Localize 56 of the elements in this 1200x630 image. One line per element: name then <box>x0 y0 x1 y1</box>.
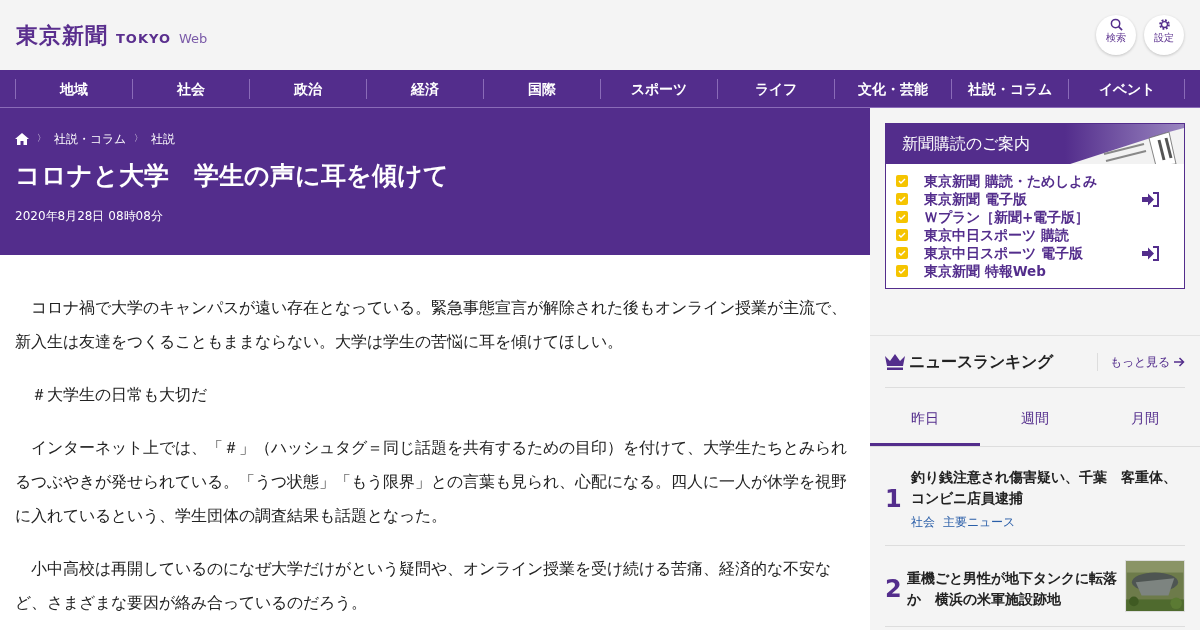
ranking-tab[interactable]: 昨日 <box>870 388 980 446</box>
nav-link[interactable]: 政治 <box>249 78 366 99</box>
news-headline[interactable]: 釣り銭注意され傷害疑い、千葉 客重体、コンビニ店員逮捕 <box>910 467 1185 509</box>
ranking-tab[interactable]: 月間 <box>1090 388 1200 446</box>
checkbox-icon <box>896 175 908 187</box>
settings-button[interactable]: 設定 <box>1144 15 1184 55</box>
arrow-icon <box>1174 356 1185 367</box>
subscription-link[interactable]: Ｗプラン［新聞+電子版］ <box>924 208 1090 226</box>
news-tag[interactable]: 社会 <box>910 513 935 531</box>
checkbox-icon <box>896 229 908 241</box>
nav-link[interactable]: 経済 <box>366 78 483 99</box>
ranking-tab[interactable]: 週間 <box>980 388 1090 446</box>
subscription-link[interactable]: 東京中日スポーツ 電子版 <box>924 244 1083 262</box>
article-date: 2020年8月28日 08時08分 <box>15 207 164 225</box>
breadcrumb-separator: 〉 <box>37 132 46 146</box>
ranking-title: ニュースランキング <box>909 350 1053 373</box>
article-paragraph: ＃大学生の日常も大切だ <box>29 385 208 406</box>
article-paragraph: 小中高校は再開しているのになぜ大学だけがという疑問や、オンライン授業を受け続ける苦痛、経済的な不安など、さまざまな要因が絡み合っているのだろう。 <box>15 559 832 614</box>
checkbox-icon <box>896 265 908 277</box>
settings-icon <box>1157 18 1171 31</box>
login-icon[interactable] <box>1142 191 1160 207</box>
nav-link[interactable]: 文化・芸能 <box>834 78 951 99</box>
home-icon[interactable] <box>15 133 29 145</box>
subscription-link[interactable]: 東京新聞 電子版 <box>924 190 1027 208</box>
article-paragraph: インターネット上では、「＃」（ハッシュタグ＝同じ話題を共有するための目印）を付けて、大学生たちとみられるつぶやきが発せられている。「うつ状態」「もう限界」との言葉も見られ、心配になる。四人に一人が休学を視野に入れているという、学生団体の調査結果も話題となった。 <box>15 438 848 527</box>
logo-text[interactable]: 東京新聞 <box>16 18 108 52</box>
rank-number: 1 <box>885 484 903 515</box>
breadcrumb-link[interactable]: 社説 <box>151 130 175 148</box>
subscription-link[interactable]: 東京新聞 購読・ためしよみ <box>924 172 1097 190</box>
crown-icon <box>885 353 905 370</box>
checkbox-icon <box>896 193 908 205</box>
nav-link[interactable]: スポーツ <box>600 78 717 99</box>
news-headline[interactable]: 重機ごと男性が地下タンクに転落か 横浜の米軍施設跡地 <box>906 568 1121 610</box>
search-button[interactable]: 検索 <box>1096 15 1136 55</box>
nav-link[interactable]: ライフ <box>717 78 834 99</box>
subscription-link[interactable]: 東京中日スポーツ 購読 <box>924 226 1069 244</box>
subscription-link[interactable]: 東京新聞 特報Web <box>924 262 1046 280</box>
nav-link[interactable]: 国際 <box>483 78 600 99</box>
logo-text[interactable]: TOKYO <box>116 28 171 48</box>
breadcrumb-separator: 〉 <box>134 132 143 146</box>
subscription-title: 新聞購読のご案内 <box>902 133 1030 155</box>
news-tag[interactable]: 主要ニュース <box>942 513 1015 531</box>
rank-number: 2 <box>885 574 903 605</box>
search-icon <box>1109 18 1123 31</box>
checkbox-icon <box>896 211 908 223</box>
login-icon[interactable] <box>1142 245 1160 261</box>
more-link[interactable]: もっと見る <box>1097 352 1185 371</box>
article-title: コロナと大学 学生の声に耳を傾けて <box>15 160 450 192</box>
article-paragraph: コロナ禍で大学のキャンパスが遠い存在となっている。緊急事態宣言が解除された後もオンライン授業が主流で、新入生は友達をつくることもままならない。大学は学生の苦悩に耳を傾けてほしい。 <box>15 298 848 353</box>
nav-link[interactable]: 地域 <box>15 78 132 99</box>
logo-text[interactable]: Web <box>179 28 208 48</box>
nav-link[interactable]: 社会 <box>132 78 249 99</box>
breadcrumb-link[interactable]: 社説・コラム <box>54 130 126 148</box>
nav-link[interactable]: 社説・コラム <box>951 78 1068 99</box>
nav-link[interactable]: イベント <box>1068 78 1185 99</box>
checkbox-icon <box>896 247 908 259</box>
